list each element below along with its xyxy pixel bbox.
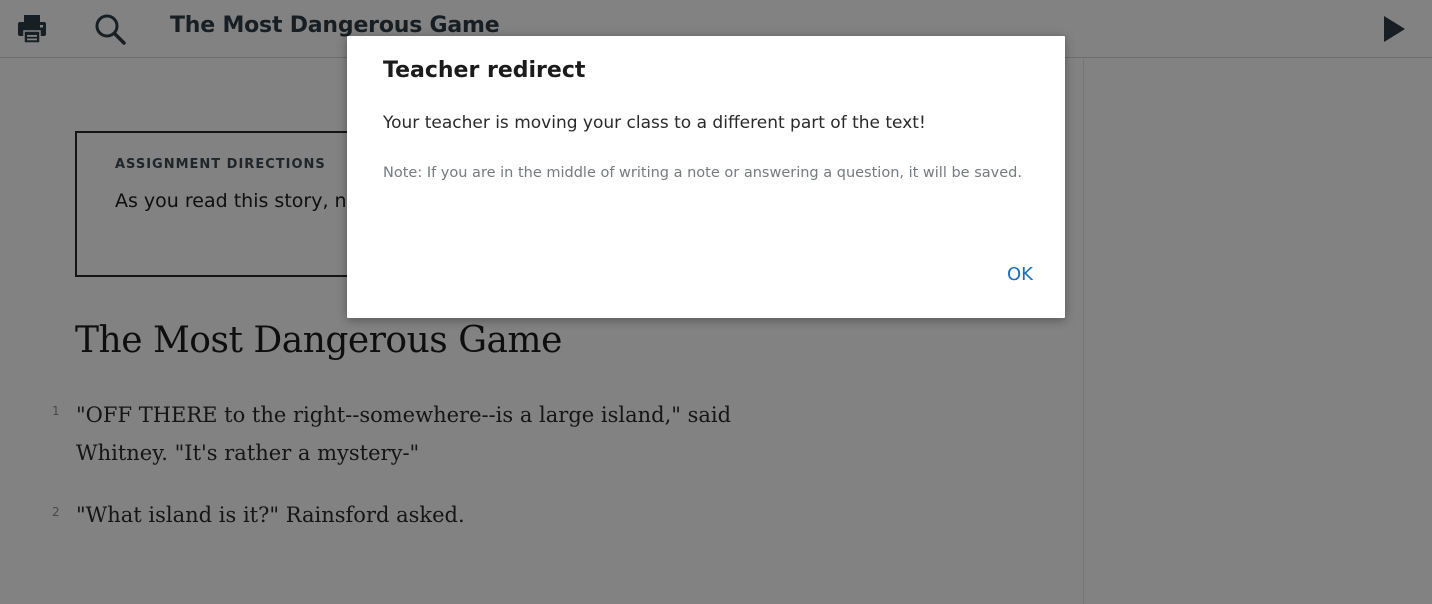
dialog-note: Note: If you are in the middle of writin… [383,165,1022,181]
dialog-message: Your teacher is moving your class to a d… [383,113,926,133]
ok-button[interactable]: OK [1005,260,1035,289]
reader-app: The Most Dangerous Game ASSIGNMENT DIREC… [0,0,1432,604]
dialog-title: Teacher redirect [383,58,586,83]
teacher-redirect-dialog: Teacher redirect Your teacher is moving … [347,36,1065,318]
